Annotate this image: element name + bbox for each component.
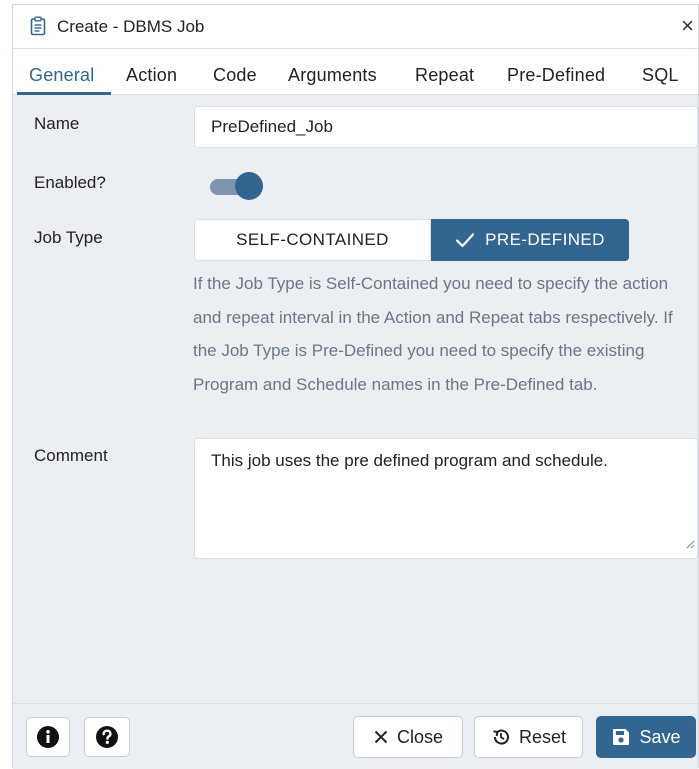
tab-bar: General Action Code Arguments Repeat Pre… xyxy=(13,49,698,95)
close-icon[interactable]: × xyxy=(681,13,694,39)
clipboard-icon xyxy=(30,16,46,41)
toggle-knob xyxy=(235,172,263,200)
save-icon xyxy=(611,727,631,747)
name-label: Name xyxy=(34,114,80,133)
enabled-label: Enabled? xyxy=(34,173,106,192)
info-button[interactable] xyxy=(26,717,70,757)
comment-text: This job uses the pre defined program an… xyxy=(211,451,608,470)
active-tab-indicator xyxy=(17,92,111,95)
save-button-label: Save xyxy=(639,726,681,747)
tab-repeat[interactable]: Repeat xyxy=(415,65,474,86)
title-bar: Create - DBMS Job × xyxy=(13,5,698,49)
close-button[interactable]: Close xyxy=(353,716,463,758)
dialog-title: Create - DBMS Job xyxy=(57,17,205,36)
dialog-footer: Close Reset Save xyxy=(13,703,698,769)
tab-pre-defined[interactable]: Pre-Defined xyxy=(507,65,605,86)
tab-sql[interactable]: SQL xyxy=(642,65,679,86)
x-icon xyxy=(373,729,389,745)
job-type-pre-defined[interactable]: PRE-DEFINED xyxy=(431,219,629,261)
pre-defined-label: PRE-DEFINED xyxy=(485,230,605,249)
info-icon xyxy=(36,725,60,749)
dialog: Create - DBMS Job × General Action Code … xyxy=(12,4,699,769)
close-button-label: Close xyxy=(396,726,444,747)
save-button[interactable]: Save xyxy=(596,716,696,758)
tab-arguments[interactable]: Arguments xyxy=(288,65,377,86)
job-type-self-contained[interactable]: SELF-CONTAINED xyxy=(194,219,431,261)
reset-button-label: Reset xyxy=(518,726,567,747)
reset-button[interactable]: Reset xyxy=(474,716,583,758)
reset-icon xyxy=(491,727,511,747)
check-icon xyxy=(455,232,475,248)
help-button[interactable] xyxy=(84,717,130,757)
job-type-label: Job Type xyxy=(34,228,103,247)
tab-action[interactable]: Action xyxy=(126,65,177,86)
tab-general[interactable]: General xyxy=(29,65,94,86)
comment-label: Comment xyxy=(34,446,108,465)
job-type-help-text: If the Job Type is Self-Contained you ne… xyxy=(193,274,673,394)
help-icon xyxy=(95,725,119,749)
name-input[interactable]: PreDefined_Job xyxy=(194,106,698,148)
self-contained-label: SELF-CONTAINED xyxy=(236,230,389,249)
resize-grip-icon[interactable] xyxy=(685,532,695,556)
tab-code[interactable]: Code xyxy=(213,65,257,86)
comment-textarea[interactable]: This job uses the pre defined program an… xyxy=(194,438,698,559)
